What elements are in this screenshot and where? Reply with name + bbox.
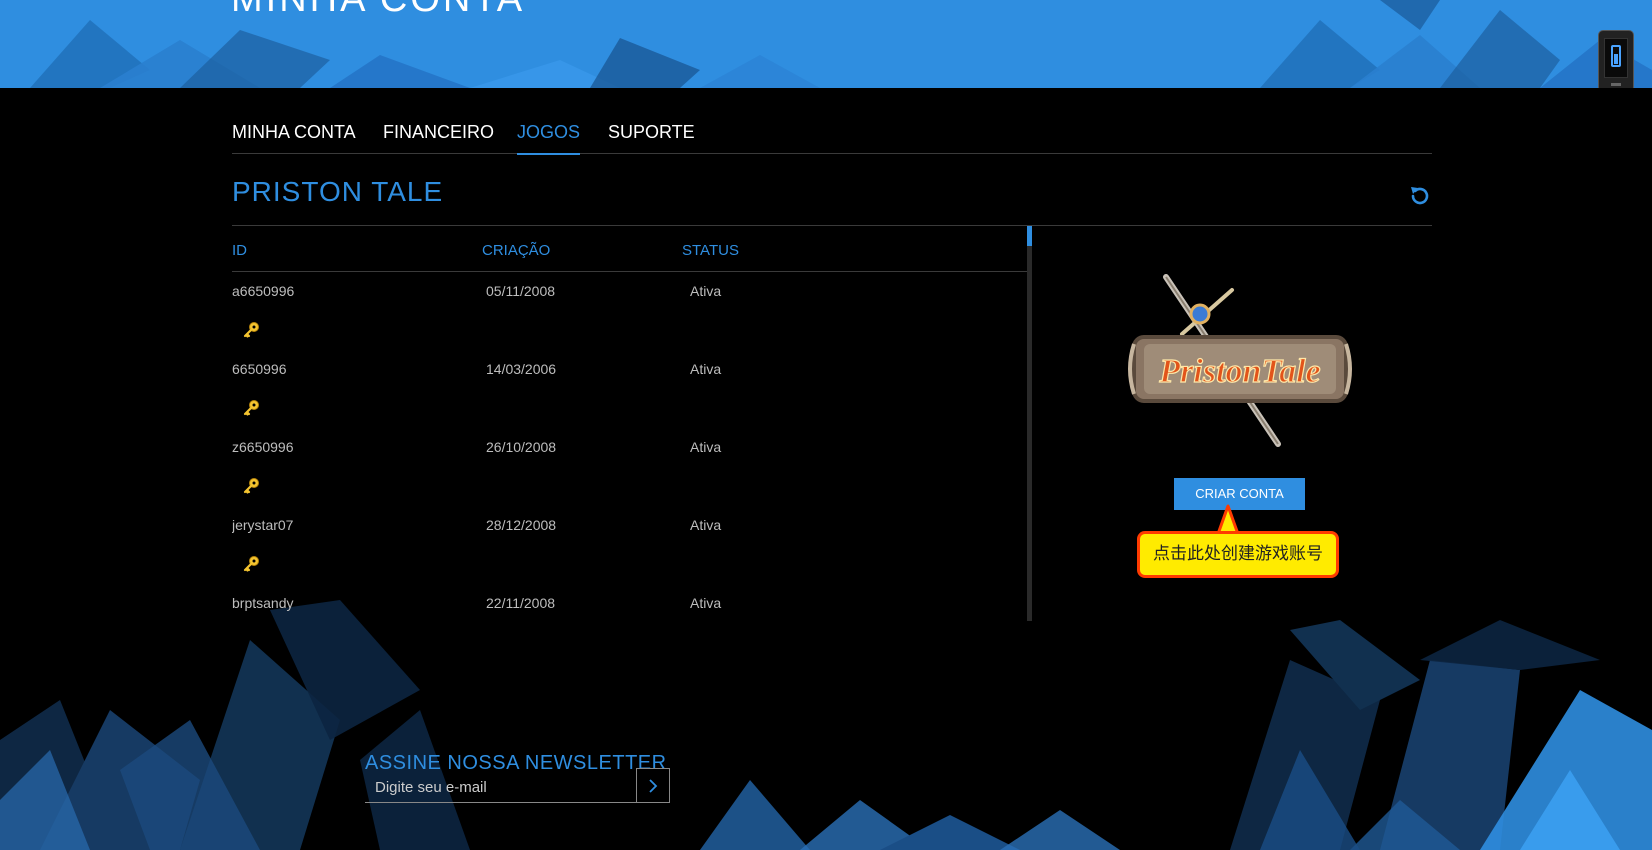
table-row: jerystar07 28/12/2008 Ativa	[232, 517, 1027, 595]
cell-id: z6650996	[232, 439, 294, 455]
cell-id: 6650996	[232, 361, 287, 377]
column-header-id[interactable]: ID	[232, 242, 247, 259]
game-title: PRISTON TALE	[232, 176, 444, 207]
cell-created: 22/11/2008	[486, 595, 556, 611]
footer-background	[0, 600, 1652, 850]
game-section-header: PRISTON TALE	[232, 154, 1432, 226]
newsletter-email-input[interactable]	[365, 773, 636, 803]
page-title: MINHA CONTA	[231, 0, 525, 21]
create-account-tooltip: 点击此处创建游戏账号	[1137, 531, 1339, 578]
cell-id: a6650996	[232, 283, 295, 299]
footer-polygons	[0, 600, 1652, 850]
logo-text: PristonTale	[1158, 353, 1320, 390]
newsletter-title: ASSINE NOSSA NEWSLETTER	[365, 752, 667, 774]
cell-status: Ativa	[690, 595, 722, 611]
table-scrollbar[interactable]	[1027, 226, 1032, 621]
table-row: z6650996 26/10/2008 Ativa	[232, 439, 1027, 517]
cell-id: brptsandy	[232, 595, 294, 611]
nav-item-suporte[interactable]: SUPORTE	[608, 122, 695, 153]
cell-status: Ativa	[690, 283, 722, 299]
key-icon[interactable]	[242, 321, 260, 339]
cell-created: 26/10/2008	[486, 439, 557, 455]
refresh-icon[interactable]	[1408, 184, 1432, 208]
device-home-button	[1611, 83, 1621, 86]
table-row: brptsandy 22/11/2008 Ativa	[232, 595, 1027, 621]
battery-icon	[1611, 45, 1621, 67]
nav-item-financeiro[interactable]: FINANCEIRO	[383, 122, 494, 153]
mobile-device-icon[interactable]	[1598, 30, 1634, 88]
newsletter-submit-button[interactable]	[636, 768, 670, 803]
game-accounts-table: ID CRIAÇÃO STATUS a6650996 05/11/2008 At…	[232, 226, 1032, 621]
table-header: ID CRIAÇÃO STATUS	[232, 226, 1027, 272]
column-header-status[interactable]: STATUS	[682, 242, 739, 259]
chevron-right-icon	[649, 779, 658, 793]
cell-status: Ativa	[690, 517, 722, 533]
table-row: a6650996 05/11/2008 Ativa	[232, 283, 1027, 361]
key-icon[interactable]	[242, 477, 260, 495]
cell-created: 14/03/2006	[486, 361, 557, 377]
scrollbar-thumb[interactable]	[1027, 226, 1032, 246]
header-banner: MINHA CONTA	[0, 0, 1652, 88]
cell-status: Ativa	[690, 361, 722, 377]
table-row: 6650996 14/03/2006 Ativa	[232, 361, 1027, 439]
account-nav: MINHA CONTA FINANCEIRO JOGOS SUPORTE	[232, 110, 1432, 155]
cell-status: Ativa	[690, 439, 722, 455]
nav-item-minha-conta[interactable]: MINHA CONTA	[232, 122, 356, 153]
nav-item-jogos[interactable]: JOGOS	[517, 122, 581, 155]
priston-tale-logo: PristonTale	[1128, 274, 1352, 447]
key-icon[interactable]	[242, 399, 260, 417]
key-icon[interactable]	[242, 555, 260, 573]
cell-created: 05/11/2008	[486, 283, 556, 299]
cell-id: jerystar07	[232, 517, 294, 533]
column-header-created[interactable]: CRIAÇÃO	[482, 242, 550, 259]
cell-created: 28/12/2008	[486, 517, 557, 533]
